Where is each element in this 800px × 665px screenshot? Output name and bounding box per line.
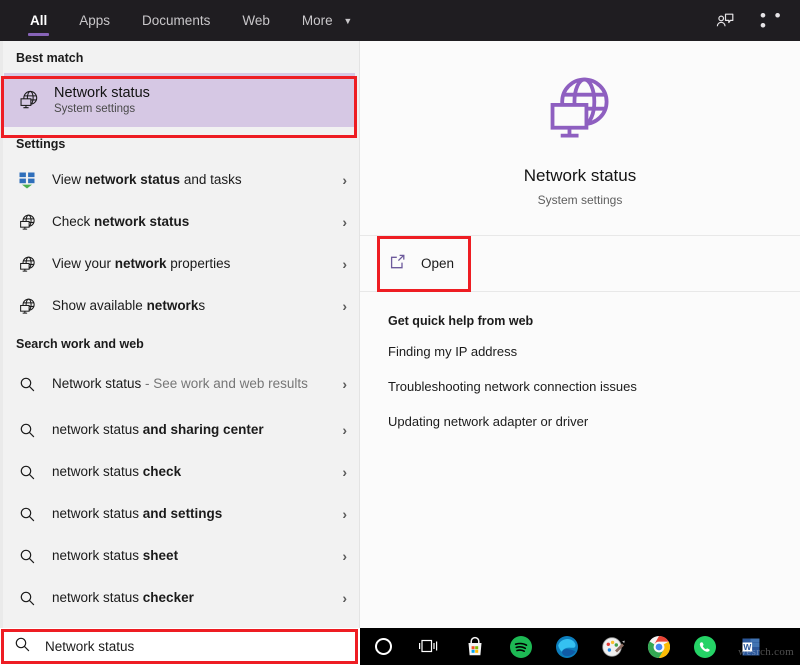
chevron-right-icon: › [342, 256, 347, 272]
search-icon [16, 464, 38, 481]
topbar-actions: • • • [712, 5, 800, 35]
web-search-header: Search work and web [16, 337, 144, 351]
tab-documents[interactable]: Documents [126, 0, 226, 41]
best-match-text: Network status System settings [54, 85, 150, 115]
ellipsis-icon[interactable]: • • • [760, 5, 786, 35]
chevron-down-icon: ▼ [343, 15, 353, 26]
web-row-network-status-see-results[interactable]: Network status - See work and web result… [0, 359, 359, 409]
settings-row-view-your-network-properties[interactable]: View your network properties › [0, 243, 359, 285]
globe-monitor-icon [18, 87, 40, 113]
settings-row-label: Check network status [52, 213, 190, 229]
tab-web[interactable]: Web [226, 0, 286, 41]
web-row-and-task[interactable]: network status and task › [0, 619, 359, 628]
globe-monitor-icon [16, 297, 38, 316]
search-results-body: Best match Network status System setting… [0, 41, 800, 628]
settings-row-label: View network status and tasks [52, 171, 242, 187]
chevron-right-icon: › [342, 548, 347, 564]
search-icon [16, 506, 38, 523]
best-match-title: Network status [54, 85, 150, 101]
settings-header: Settings [16, 137, 66, 151]
web-row-check[interactable]: network status check › [0, 451, 359, 493]
search-filter-tabs: All Apps Documents Web More ▼ • • • [0, 0, 800, 41]
google-chrome-icon[interactable] [636, 628, 682, 665]
network-connections-icon [16, 172, 38, 189]
whatsapp-icon[interactable] [682, 628, 728, 665]
search-icon [16, 590, 38, 607]
tab-more[interactable]: More ▼ [286, 0, 368, 41]
results-list-pane: Best match Network status System setting… [0, 41, 360, 628]
open-button[interactable]: Open [360, 236, 800, 292]
windows-search-panel: All Apps Documents Web More ▼ • • • Best… [0, 0, 800, 665]
svg-text:W: W [743, 641, 751, 651]
globe-monitor-icon-large [542, 71, 618, 152]
chevron-right-icon: › [342, 376, 347, 392]
chevron-right-icon: › [342, 590, 347, 606]
search-icon [14, 636, 31, 658]
web-row-label: network status and settings [52, 505, 223, 521]
best-match-container: Network status System settings [0, 73, 359, 127]
chevron-right-icon: › [342, 464, 347, 480]
preview-title: Network status [523, 166, 637, 185]
spotify-icon[interactable] [498, 628, 544, 665]
tab-all-label: All [30, 13, 48, 28]
web-row-label: network status and sharing center [52, 421, 264, 437]
web-row-label: Network status - See work and web result… [52, 375, 308, 391]
taskbar-icons: W [360, 628, 800, 665]
tab-apps-label: Apps [79, 13, 111, 28]
microsoft-edge-icon[interactable] [544, 628, 590, 665]
task-view-icon[interactable] [406, 628, 452, 665]
tab-apps[interactable]: Apps [63, 0, 126, 41]
help-link-updating-driver[interactable]: Updating network adapter or driver [360, 404, 800, 439]
settings-row-label: Show available networks [52, 297, 206, 313]
web-row-sheet[interactable]: network status sheet › [0, 535, 359, 577]
search-icon [16, 422, 38, 439]
cortana-icon[interactable] [360, 628, 406, 665]
external-link-icon [388, 252, 407, 276]
microsoft-word-icon[interactable]: W [728, 628, 774, 665]
chevron-right-icon: › [342, 298, 347, 314]
web-row-and-settings[interactable]: network status and settings › [0, 493, 359, 535]
globe-monitor-icon [16, 255, 38, 274]
best-match-header: Best match [16, 51, 84, 65]
settings-row-show-available-networks[interactable]: Show available networks › [0, 285, 359, 327]
ellipsis-glyph: • • • [760, 5, 783, 35]
help-link-finding-ip[interactable]: Finding my IP address [360, 334, 800, 369]
settings-row-view-network-status-and-tasks[interactable]: View network status and tasks › [0, 159, 359, 201]
tab-all[interactable]: All [14, 0, 63, 41]
paint-icon[interactable] [590, 628, 636, 665]
chevron-right-icon: › [342, 422, 347, 438]
best-match-subtitle: System settings [54, 103, 136, 115]
quick-help-header: Get quick help from web [388, 314, 534, 328]
search-input-value: Network status [45, 639, 135, 654]
tab-more-label: More [301, 13, 333, 28]
settings-row-label: View your network properties [52, 255, 231, 271]
person-feedback-icon[interactable] [712, 8, 738, 34]
open-button-label: Open [421, 256, 455, 271]
best-match-row[interactable]: Network status System settings [4, 73, 355, 127]
search-icon [16, 376, 38, 393]
help-link-troubleshooting[interactable]: Troubleshooting network connection issue… [360, 369, 800, 404]
microsoft-store-icon[interactable] [452, 628, 498, 665]
tab-documents-label: Documents [142, 13, 211, 28]
search-input[interactable]: Network status [0, 628, 360, 665]
settings-row-check-network-status[interactable]: Check network status › [0, 201, 359, 243]
web-row-label: network status checker [52, 589, 194, 605]
taskbar: Network status W wesrch.com [0, 628, 800, 665]
chevron-right-icon: › [342, 214, 347, 230]
chevron-right-icon: › [342, 506, 347, 522]
web-row-and-sharing-center[interactable]: network status and sharing center › [0, 409, 359, 451]
globe-monitor-icon [16, 213, 38, 232]
chevron-right-icon: › [342, 172, 347, 188]
preview-pane: Network status System settings Open Get … [360, 41, 800, 628]
web-row-checker[interactable]: network status checker › [0, 577, 359, 619]
preview-subtitle: System settings [537, 193, 623, 207]
preview-header: Network status System settings [360, 41, 800, 207]
web-row-label: network status sheet [52, 547, 179, 563]
tab-web-label: Web [242, 13, 270, 28]
search-icon [16, 548, 38, 565]
web-row-label: network status check [52, 463, 182, 479]
